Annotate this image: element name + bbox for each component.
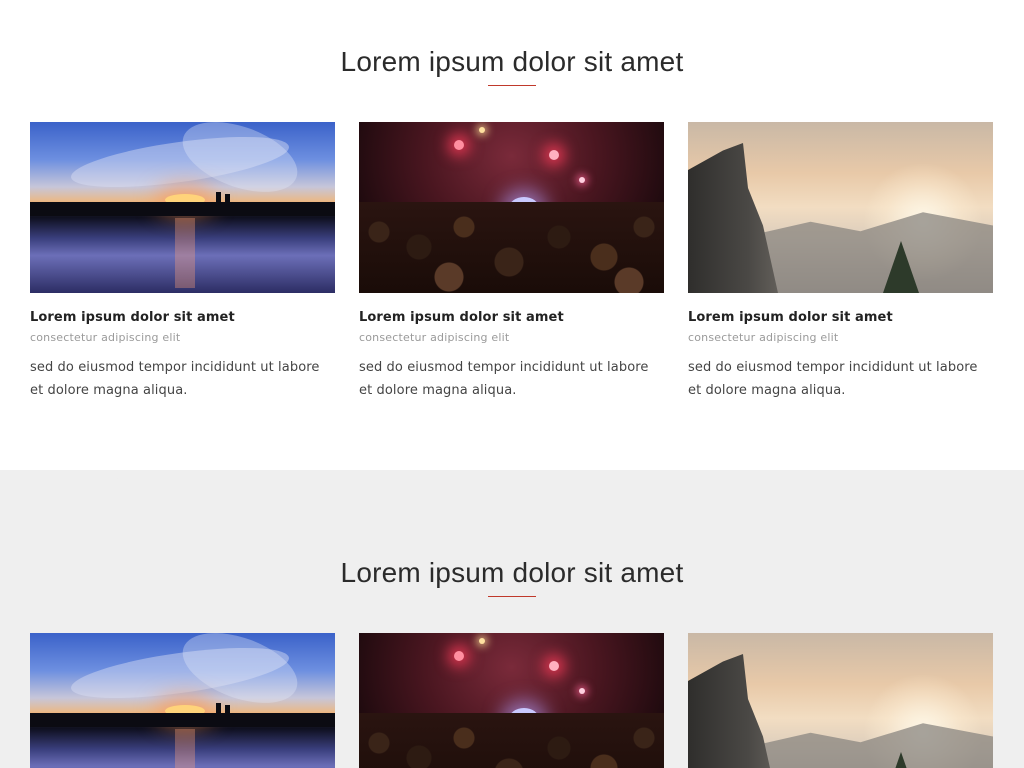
feature-section-2: Lorem ipsum dolor sit amet [0,470,1024,768]
section-heading: Lorem ipsum dolor sit amet [340,46,684,77]
mountain-cliff-image[interactable] [688,122,993,293]
section-heading: Lorem ipsum dolor sit amet [340,557,684,588]
card: Lorem ipsum dolor sit amet consectetur a… [359,122,664,402]
concert-crowd-image[interactable] [359,122,664,293]
card [30,633,335,768]
card [688,633,993,768]
card: Lorem ipsum dolor sit amet consectetur a… [30,122,335,402]
card-description: sed do eiusmod tempor incididunt ut labo… [359,360,649,398]
heading-underline [488,596,536,597]
sunset-lake-image[interactable] [30,633,335,768]
card-subtitle: consectetur adipiscing elit [688,331,839,344]
feature-section-1: Lorem ipsum dolor sit amet Lorem ipsum d… [0,0,1024,490]
card-subtitle: consectetur adipiscing elit [30,331,181,344]
wave-divider [0,470,1024,495]
card [359,633,664,768]
card-title[interactable]: Lorem ipsum dolor sit amet [688,310,993,325]
heading-underline [488,85,536,86]
card: Lorem ipsum dolor sit amet consectetur a… [688,122,993,402]
card-subtitle: consectetur adipiscing elit [359,331,510,344]
concert-crowd-image[interactable] [359,633,664,768]
card-title[interactable]: Lorem ipsum dolor sit amet [359,310,664,325]
card-description: sed do eiusmod tempor incididunt ut labo… [688,360,978,398]
card-title[interactable]: Lorem ipsum dolor sit amet [30,310,335,325]
sunset-lake-image[interactable] [30,122,335,293]
card-description: sed do eiusmod tempor incididunt ut labo… [30,360,320,398]
mountain-cliff-image[interactable] [688,633,993,768]
